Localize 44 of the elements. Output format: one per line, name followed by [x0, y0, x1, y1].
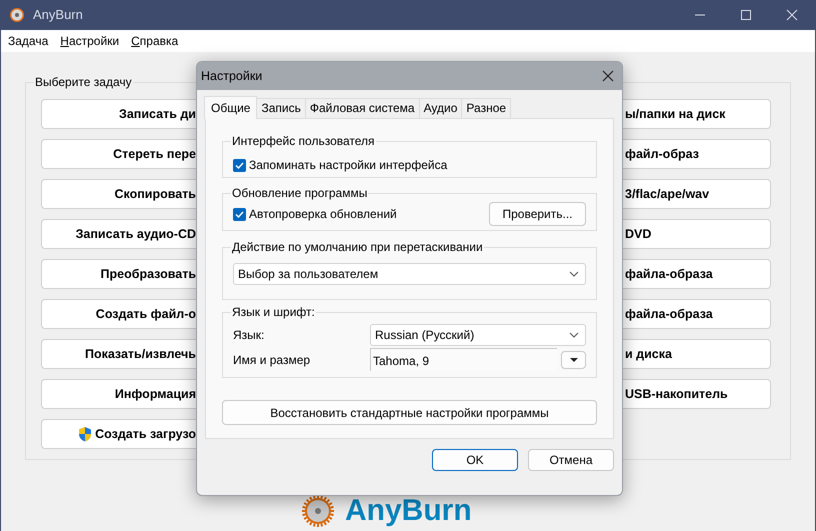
tab[interactable]: Разное [461, 98, 512, 118]
group-title: Интерфейс пользователя [231, 134, 376, 148]
task-button[interactable]: Показать/извлечь [41, 339, 196, 369]
logo-text: AnyBurn [345, 495, 472, 527]
group-title: Действие по умолчанию при перетаскивании [231, 240, 484, 254]
task-button[interactable]: Записать ди [41, 99, 196, 129]
task-button[interactable]: Информация [41, 379, 196, 409]
dialog-title: Настройки [201, 68, 262, 85]
dropdown[interactable]: Выбор за пользователем [233, 263, 586, 285]
check-button[interactable]: Проверить... [489, 202, 586, 226]
group-title: Обновление программы [231, 186, 368, 200]
window-title: AnyBurn [33, 6, 83, 24]
ok-button[interactable]: OK [432, 449, 518, 471]
chevron-down-icon [569, 271, 579, 277]
chevron-down-icon [569, 332, 579, 338]
font-field: Tahoma, 9 [370, 348, 557, 371]
group-title: Язык и шрифт: [231, 305, 316, 319]
menu-item[interactable]: Задача [8, 32, 48, 50]
dropdown-button[interactable] [561, 350, 586, 368]
field-label: Язык: [233, 327, 266, 344]
dropdown-value: Russian (Русский) [375, 327, 474, 344]
cancel-button[interactable]: Отмена [528, 449, 614, 471]
disc-icon [9, 7, 25, 23]
task-button[interactable]: Создать загрузо [41, 419, 196, 449]
menu-item[interactable]: Настройки [60, 32, 120, 50]
dropdown-value: Выбор за пользователем [238, 266, 378, 283]
triangle-down-icon [570, 358, 578, 362]
checkbox[interactable] [233, 158, 246, 172]
checkbox-label: Автопроверка обновлений [249, 206, 397, 223]
reset-button[interactable]: Восстановить стандартные настройки программы [222, 400, 597, 425]
dropdown[interactable]: Russian (Русский) [370, 324, 586, 346]
checkbox[interactable] [233, 208, 246, 220]
task-button[interactable]: Записать аудио-CD [41, 219, 196, 249]
close-icon[interactable] [601, 69, 615, 83]
shield-icon [77, 426, 94, 442]
field-label: Имя и размер [233, 352, 312, 368]
menu-item[interactable]: Справка [131, 32, 178, 50]
group-title: Выберите задачу [34, 75, 133, 89]
checkbox-label: Запоминать настройки интерфейса [249, 157, 448, 174]
task-button[interactable]: Скопировать [41, 179, 196, 209]
task-button[interactable]: Создать файл-о [41, 299, 196, 329]
task-button[interactable]: Преобразовать [41, 259, 196, 289]
task-button[interactable]: Стереть пере [41, 139, 196, 169]
tab[interactable]: Общие [204, 96, 258, 119]
